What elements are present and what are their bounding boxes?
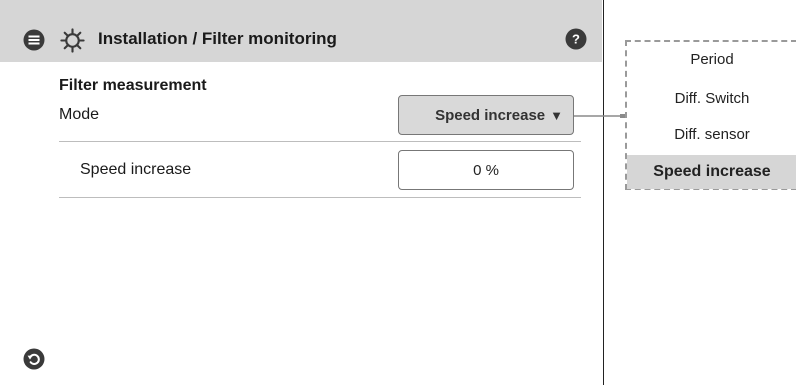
option-diff-sensor[interactable]: Diff. sensor: [627, 125, 796, 145]
header-bar: Installation / Filter monitoring ?: [0, 0, 602, 62]
option-diff-switch[interactable]: Diff. Switch: [627, 89, 796, 109]
device-screen: Installation / Filter monitoring ? Filte…: [0, 0, 604, 385]
section-title: Filter measurement: [59, 77, 207, 94]
chevron-down-icon: ▼: [550, 107, 563, 123]
dropdown-connector: [574, 114, 625, 118]
page-title: Installation / Filter monitoring: [98, 29, 337, 48]
divider: [59, 197, 581, 198]
menu-icon[interactable]: [23, 29, 45, 51]
back-icon[interactable]: [23, 348, 45, 370]
speed-increase-label: Speed increase: [80, 161, 192, 178]
option-speed-increase[interactable]: Speed increase: [627, 155, 796, 189]
mode-dropdown[interactable]: Speed increase ▼: [398, 95, 574, 135]
option-period[interactable]: Period: [627, 50, 796, 70]
help-icon[interactable]: ?: [565, 28, 587, 50]
mode-options-list: Period Diff. Switch Diff. sensor Speed i…: [625, 40, 796, 190]
gear-icon: [60, 28, 85, 53]
mode-label: Mode: [59, 106, 100, 123]
mode-selected-value: Speed increase: [435, 106, 546, 124]
svg-text:?: ?: [572, 32, 580, 47]
speed-increase-input[interactable]: 0 %: [398, 150, 574, 190]
divider: [59, 141, 581, 142]
